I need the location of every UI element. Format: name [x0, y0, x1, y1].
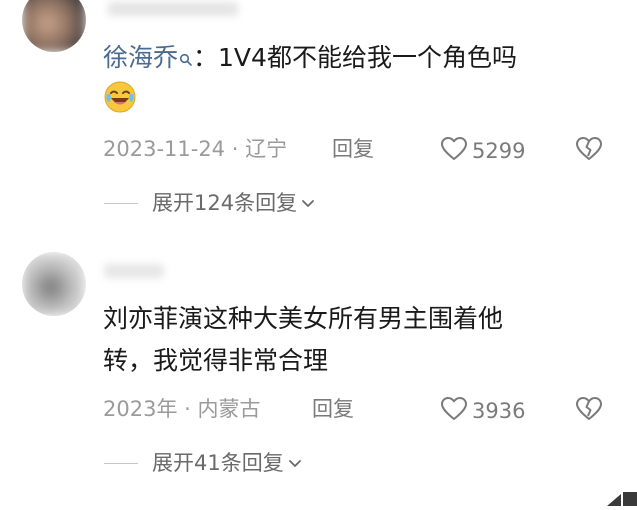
date-location: 2023年 · 内蒙古: [103, 397, 261, 421]
expand-replies-label: 展开41条回复: [152, 451, 284, 475]
crying-laughing-emoji-icon: [103, 80, 137, 114]
comment-item: 刘亦菲演这种大美女所有男主围着他 转，我觉得非常合理 2023年 · 内蒙古 回…: [0, 240, 637, 510]
divider: [104, 203, 138, 204]
comment-text-line: 转，我觉得非常合理: [103, 346, 329, 375]
blurred-header: [108, 2, 238, 16]
like-button[interactable]: 5299: [440, 136, 525, 166]
chevron-down-icon: [301, 199, 315, 209]
like-count: 5299: [472, 138, 526, 163]
comment-item: 徐海乔 ：1V4都不能给我一个角色吗 2023-11-24 · 辽宁 回复 529…: [0, 0, 637, 240]
comment-header: 徐海乔 ：1V4都不能给我一个角色吗: [103, 45, 517, 71]
expand-replies-label: 展开124条回复: [152, 191, 298, 215]
date-location: 2023-11-24 · 辽宁: [103, 137, 288, 161]
avatar[interactable]: [22, 0, 86, 52]
like-count: 3936: [472, 398, 526, 423]
heart-icon: [440, 136, 468, 166]
chevron-down-icon: [288, 459, 302, 469]
avatar[interactable]: [22, 252, 86, 316]
comment-text-line: 刘亦菲演这种大美女所有男主围着他: [103, 304, 504, 333]
reply-button[interactable]: 回复: [312, 399, 354, 420]
corner-mark: [607, 488, 637, 510]
username[interactable]: 徐海乔: [103, 43, 178, 72]
dislike-icon[interactable]: [575, 396, 603, 426]
blurred-username: [104, 264, 164, 278]
expand-replies-button[interactable]: 展开41条回复: [104, 453, 302, 474]
like-button[interactable]: 3936: [440, 396, 525, 426]
divider: [104, 463, 138, 464]
reply-button[interactable]: 回复: [332, 139, 374, 160]
heart-icon: [440, 396, 468, 426]
dislike-icon[interactable]: [575, 136, 603, 166]
comment-list: 徐海乔 ：1V4都不能给我一个角色吗 2023-11-24 · 辽宁 回复 529…: [0, 0, 637, 510]
separator: ：: [193, 43, 219, 72]
search-icon[interactable]: [179, 46, 193, 71]
expand-replies-button[interactable]: 展开124条回复: [104, 193, 315, 214]
comment-text: 1V4都不能给我一个角色吗: [218, 43, 517, 72]
